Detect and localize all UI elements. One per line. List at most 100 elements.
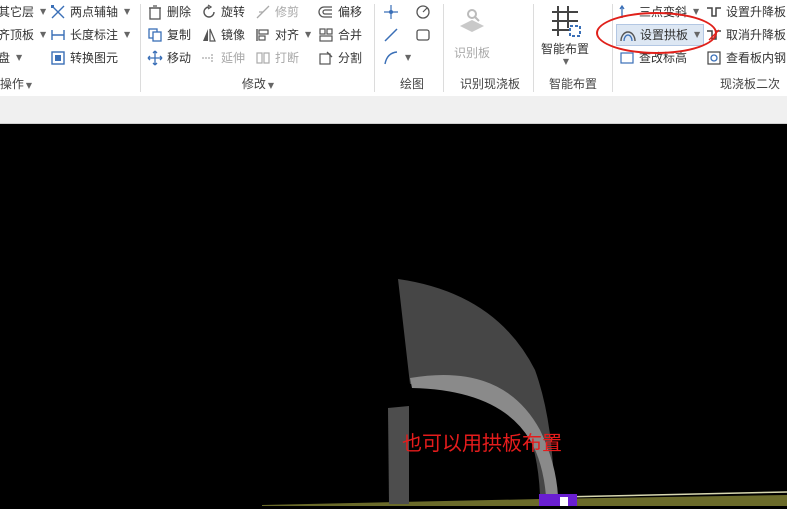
offset-icon	[318, 4, 334, 20]
draw-circle-button[interactable]	[415, 2, 431, 22]
draw-rectangle-button[interactable]	[415, 25, 431, 45]
group-label-recognize: 识别现浇板	[459, 77, 520, 91]
convert-element-button[interactable]: 转换图元	[50, 48, 118, 68]
trim-icon	[255, 4, 271, 20]
line-icon	[383, 27, 399, 43]
circle-icon	[415, 4, 431, 20]
ribbon-item-label: 合并	[338, 28, 363, 42]
group-label-operate: 操作 ▼	[0, 77, 33, 91]
smart-layout-button[interactable]: 智能布置 ▼	[538, 4, 592, 66]
group-label-modify: 修改 ▼	[241, 77, 275, 91]
copy-icon	[147, 27, 163, 43]
group-separator	[140, 4, 141, 92]
selection-marker[interactable]	[539, 494, 577, 506]
ribbon-item-label: 对齐	[275, 28, 300, 42]
rotate-icon	[201, 4, 217, 20]
ribbon-item-label: 复制	[167, 28, 192, 42]
group-label-cast-slab: 现浇板二次	[720, 77, 781, 91]
dimension-icon	[50, 27, 66, 43]
draw-line-button[interactable]	[383, 25, 399, 45]
chevron-down-icon: ▼	[562, 57, 570, 66]
aux-axis-icon	[50, 4, 66, 20]
ribbon-item-plate[interactable]: 盘 ▼	[0, 48, 22, 68]
chevron-down-icon: ▼	[16, 53, 23, 62]
ground-slab	[262, 495, 787, 506]
model-view	[262, 279, 787, 506]
ribbon-item-label: 打断	[275, 51, 300, 65]
delete-button[interactable]: 删除	[147, 2, 191, 22]
cancel-raise-lower-slab-button[interactable]: 取消升降板	[706, 25, 786, 45]
view-slab-rebar-button[interactable]: 查看板内钢	[706, 48, 786, 68]
ribbon-spacer	[0, 96, 787, 124]
move-icon	[147, 50, 163, 66]
ribbon-item-label: 旋转	[221, 5, 246, 19]
chevron-down-icon: ▼	[124, 7, 131, 16]
recognize-slab-button[interactable]: 识别板	[448, 6, 496, 61]
chevron-down-icon: ▼	[305, 30, 312, 39]
ribbon-item-label: 齐顶板	[0, 28, 35, 42]
chevron-down-icon: ▼	[40, 7, 47, 16]
trash-icon	[147, 4, 163, 20]
drawing-canvas[interactable]: 也可以用拱板布置	[0, 124, 787, 506]
move-button[interactable]: 移动	[147, 48, 191, 68]
group-separator	[374, 4, 375, 92]
set-raise-lower-slab-button[interactable]: 设置升降板	[706, 2, 786, 22]
ribbon-item-other-layer[interactable]: 其它层 ▼	[0, 2, 46, 22]
convert-icon	[50, 50, 66, 66]
extend-icon	[201, 50, 217, 66]
group-label-draw: 绘图	[399, 77, 424, 91]
draw-point-button[interactable]	[383, 2, 399, 22]
mirror-icon	[201, 27, 217, 43]
ribbon-item-label: 偏移	[338, 5, 363, 19]
smart-layout-label: 智能布置	[540, 42, 589, 56]
ribbon-item-label: 延伸	[221, 51, 246, 65]
length-dimension-button[interactable]: 长度标注 ▼	[50, 25, 130, 45]
ribbon-item-label: 取消升降板	[726, 28, 787, 42]
ribbon-item-label: 移动	[167, 51, 192, 65]
offset-button[interactable]: 偏移	[318, 2, 362, 22]
annotation-text: 也可以用拱板布置	[402, 431, 562, 455]
recognize-slab-icon	[456, 6, 488, 41]
group-separator	[533, 4, 534, 92]
chevron-down-icon: ▼	[124, 30, 131, 39]
rotate-button[interactable]: 旋转	[201, 2, 245, 22]
extend-button[interactable]: 延伸	[201, 48, 245, 68]
ribbon-item-label: 转换图元	[70, 51, 119, 65]
ribbon-item-flush-top-slab[interactable]: 齐顶板 ▼	[0, 25, 46, 45]
ribbon-item-label: 查看板内钢	[726, 51, 787, 65]
align-icon	[255, 27, 271, 43]
group-label-smart: 智能布置	[548, 77, 597, 91]
two-point-aux-axis-button[interactable]: 两点辅轴 ▼	[50, 2, 130, 22]
ribbon-item-label: 长度标注	[70, 28, 119, 42]
arc-icon	[383, 50, 399, 66]
split-button[interactable]: 分割	[318, 48, 362, 68]
merge-button[interactable]: 合并	[318, 25, 362, 45]
ribbon-item-label: 盘	[0, 51, 11, 65]
grip-handle[interactable]	[560, 497, 568, 506]
ribbon-item-label: 设置升降板	[726, 5, 787, 19]
ribbon-item-label: 分割	[338, 51, 363, 65]
mirror-button[interactable]: 镜像	[201, 25, 245, 45]
copy-button[interactable]: 复制	[147, 25, 191, 45]
group-separator	[443, 4, 444, 92]
rectangle-icon	[415, 27, 431, 43]
trim-button[interactable]: 修剪	[255, 2, 299, 22]
merge-icon	[318, 27, 334, 43]
break-button[interactable]: 打断	[255, 48, 299, 68]
ribbon-item-label: 两点辅轴	[70, 5, 119, 19]
ribbon-item-label: 其它层	[0, 5, 35, 19]
split-icon	[318, 50, 334, 66]
highlight-ring	[596, 12, 717, 54]
ribbon-toolbar: 其它层 ▼ 齐顶板 ▼ 盘 ▼ 两点辅轴 ▼ 长度标注 ▼ 转换图元 操作 ▼ 删除 旋转 …	[0, 0, 787, 97]
recognize-slab-label: 识别板	[453, 46, 490, 60]
ribbon-item-label: 修剪	[275, 5, 300, 19]
view-rebar-icon	[706, 50, 722, 66]
point-icon	[383, 4, 399, 20]
smart-layout-icon	[548, 4, 582, 41]
align-button[interactable]: 对齐 ▼	[255, 25, 311, 45]
chevron-down-icon: ▼	[405, 53, 412, 62]
chevron-down-icon: ▼	[40, 30, 47, 39]
raise-lower-icon	[706, 4, 722, 20]
ribbon-item-label: 镜像	[221, 28, 246, 42]
draw-arc-button[interactable]: ▼	[383, 48, 411, 68]
